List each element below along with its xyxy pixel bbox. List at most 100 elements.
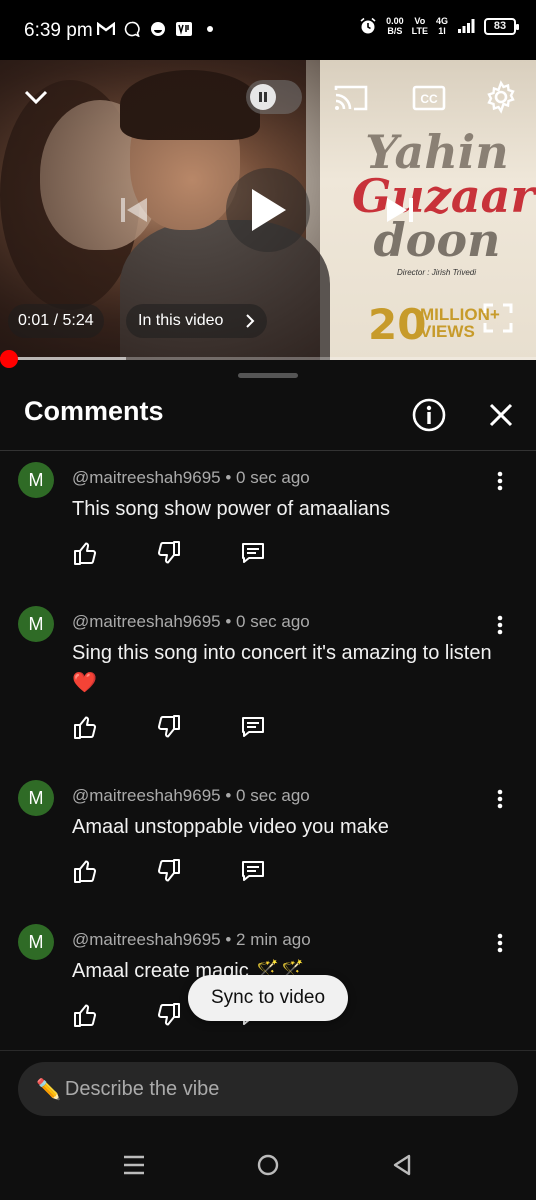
chapters-button[interactable]: In this video <box>126 304 268 338</box>
comment-meta: @maitreeshah9695 • 2 min ago <box>72 930 311 949</box>
play-button[interactable] <box>226 168 310 252</box>
comment-actions <box>68 854 270 888</box>
comment-more-button[interactable] <box>488 610 512 640</box>
comment-author[interactable]: @maitreeshah9695 <box>72 612 221 631</box>
comment-more-button[interactable] <box>488 466 512 496</box>
comment-composer[interactable]: ✏️ <box>18 1062 518 1116</box>
more-notifications-dot-icon <box>200 19 220 39</box>
status-right-icons: 0.00 B/S Vo LTE 4G 1l 83 <box>358 16 519 36</box>
skip-previous-icon <box>121 198 147 222</box>
status-bar: 6:39 pm 0.00 B/S Vo LTE 4G 1l 83 <box>0 0 536 60</box>
scrubber-handle[interactable] <box>0 350 18 368</box>
avatar[interactable]: M <box>18 780 54 816</box>
captions-icon: CC <box>412 85 446 111</box>
gmail-icon <box>96 19 116 39</box>
volte-top: Vo <box>414 16 426 26</box>
panel-title: Comments <box>24 396 164 426</box>
more-vert-icon <box>497 471 503 491</box>
home-circle-icon <box>257 1154 279 1176</box>
chapters-label: In this video <box>138 312 224 329</box>
comment-actions <box>68 536 270 570</box>
next-button[interactable] <box>378 190 422 230</box>
thumbs-down-icon <box>157 541 180 564</box>
divider <box>0 450 536 451</box>
title-art-line: Yahin <box>365 125 509 179</box>
cast-button[interactable] <box>332 82 370 114</box>
dislike-button[interactable] <box>152 710 186 744</box>
reply-button[interactable] <box>236 710 270 744</box>
captions-button[interactable]: CC <box>410 82 448 114</box>
comment-age: 0 sec ago <box>236 786 310 805</box>
thumbs-up-icon <box>74 542 97 565</box>
play-icon <box>252 189 286 231</box>
dislike-button[interactable] <box>152 854 186 888</box>
reply-icon <box>242 861 264 881</box>
comment-age: 0 sec ago <box>236 612 310 631</box>
net-speed-value: 0.00 <box>386 16 404 26</box>
video-player[interactable]: Yahin Guzaar doon Director : Jirish Triv… <box>0 60 536 360</box>
comment-input[interactable] <box>64 1077 485 1101</box>
minimize-button[interactable] <box>18 82 54 112</box>
net-speed-unit: B/S <box>387 26 403 36</box>
pencil-icon: ✏️ <box>36 1078 61 1101</box>
comment-meta: @maitreeshah9695 • 0 sec ago <box>72 468 310 487</box>
status-time: 6:39 pm <box>24 20 93 41</box>
comment-more-button[interactable] <box>488 784 512 814</box>
dislike-button[interactable] <box>152 536 186 570</box>
fullscreen-icon <box>483 303 513 333</box>
like-button[interactable] <box>68 710 102 744</box>
net-speed: 0.00 B/S <box>386 16 404 36</box>
system-nav-bar <box>0 1130 536 1200</box>
comment-item: M @maitreeshah9695 • 0 sec ago Amaal uns… <box>0 780 536 900</box>
like-button[interactable] <box>68 854 102 888</box>
more-vert-icon <box>497 933 503 953</box>
comment-item: M @maitreeshah9695 • 0 sec ago This song… <box>0 462 536 582</box>
avatar[interactable]: M <box>18 924 54 960</box>
like-button[interactable] <box>68 998 102 1032</box>
previous-button[interactable] <box>112 190 156 230</box>
thumbs-down-icon <box>157 859 180 882</box>
gear-icon <box>487 80 515 114</box>
info-button[interactable] <box>410 396 448 434</box>
comment-text: Amaal unstoppable video you make <box>72 816 389 838</box>
back-button[interactable] <box>382 1148 422 1182</box>
reply-button[interactable] <box>236 536 270 570</box>
like-button[interactable] <box>68 536 102 570</box>
menu-icon <box>124 1155 144 1175</box>
sync-to-video-button[interactable]: Sync to video <box>188 975 348 1021</box>
progress-bar[interactable] <box>0 357 536 360</box>
comment-author[interactable]: @maitreeshah9695 <box>72 786 221 805</box>
director-credit: Director : Jirish Trivedi <box>397 268 476 277</box>
more-vert-icon <box>497 615 503 635</box>
dislike-button[interactable] <box>152 998 186 1032</box>
notification-icons <box>96 19 220 39</box>
time-display: 0:01 / 5:24 <box>8 304 104 338</box>
info-icon <box>412 398 446 432</box>
pause-icon <box>250 84 276 110</box>
network-top: 4G <box>435 16 448 26</box>
avatar[interactable]: M <box>18 462 54 498</box>
reply-button[interactable] <box>236 854 270 888</box>
settings-button[interactable] <box>482 78 520 116</box>
comment-more-button[interactable] <box>488 928 512 958</box>
more-vert-icon <box>497 789 503 809</box>
autoplay-toggle[interactable] <box>246 80 302 114</box>
comment-text: This song show power of amaalians <box>72 498 390 520</box>
volte-indicator: Vo LTE <box>412 16 428 36</box>
home-button[interactable] <box>248 1148 288 1182</box>
comment-author[interactable]: @maitreeshah9695 <box>72 468 221 487</box>
comment-author[interactable]: @maitreeshah9695 <box>72 930 221 949</box>
avatar[interactable]: M <box>18 606 54 642</box>
comment-age: 0 sec ago <box>236 468 310 487</box>
recents-button[interactable] <box>114 1148 154 1182</box>
network-bottom: 1l <box>438 26 446 36</box>
fullscreen-button[interactable] <box>478 298 518 338</box>
app-notification-icon <box>148 19 168 39</box>
thumbs-up-icon <box>74 1004 97 1027</box>
comment-actions <box>68 710 270 744</box>
thumbs-up-icon <box>74 860 97 883</box>
drag-handle[interactable] <box>238 373 298 378</box>
signal-icon <box>456 16 476 36</box>
close-button[interactable] <box>482 396 520 434</box>
network-type: 4G 1l <box>436 16 448 36</box>
